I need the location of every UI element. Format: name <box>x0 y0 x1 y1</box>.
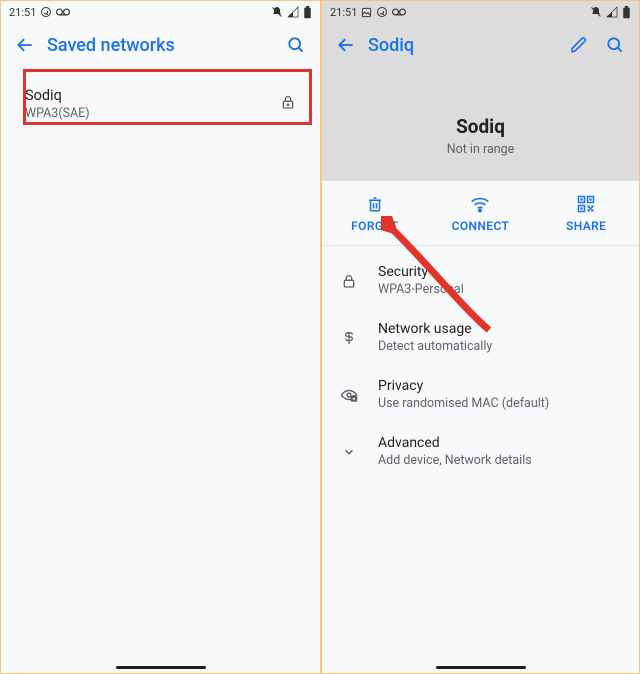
detail-label: Network usage <box>378 321 492 337</box>
notifications-off-icon <box>590 6 602 18</box>
whatsapp-icon <box>40 6 52 18</box>
detail-advanced[interactable]: Advanced Add device, Network details <box>322 423 639 480</box>
network-list: Sodiq WPA3(SAE) <box>1 67 320 133</box>
detail-label: Privacy <box>378 378 549 394</box>
voicemail-icon <box>392 7 406 17</box>
detail-network-usage[interactable]: Network usage Detect automatically <box>322 309 639 366</box>
network-name: Sodiq <box>25 87 280 104</box>
network-detail: WPA3(SAE) <box>25 106 280 121</box>
detail-label: Advanced <box>378 435 532 451</box>
chevron-down-icon <box>338 445 360 459</box>
battery-icon <box>622 6 631 19</box>
lock-icon <box>280 94 296 114</box>
eye-lock-icon <box>338 387 360 403</box>
network-item[interactable]: Sodiq WPA3(SAE) <box>9 75 312 133</box>
voicemail-icon <box>56 7 70 17</box>
back-button[interactable] <box>328 27 364 63</box>
notifications-off-icon <box>271 6 283 18</box>
page-title: Sodiq <box>364 35 561 56</box>
status-time: 21:51 <box>330 6 357 19</box>
edit-button[interactable] <box>561 27 597 63</box>
detail-privacy[interactable]: Privacy Use randomised MAC (default) <box>322 366 639 423</box>
signal-icon <box>606 6 618 18</box>
network-hero: Sodiq Not in range <box>322 67 639 181</box>
search-button[interactable] <box>278 27 314 63</box>
search-button[interactable] <box>597 27 633 63</box>
detail-value: Add device, Network details <box>378 453 532 468</box>
signal-icon <box>287 6 299 18</box>
delete-icon <box>366 195 384 213</box>
status-time: 21:51 <box>9 6 36 19</box>
detail-value: Detect automatically <box>378 339 492 354</box>
statusbar: 21:51 <box>322 1 639 23</box>
dollar-icon <box>338 330 360 346</box>
detail-label: Security <box>378 264 464 280</box>
action-row: FORGET CONNECT SHARE <box>322 181 639 246</box>
statusbar: 21:51 <box>1 1 320 23</box>
network-name: Sodiq <box>332 115 629 138</box>
qr-icon <box>577 195 595 213</box>
detail-list: Security WPA3-Personal Network usage Det… <box>322 246 639 486</box>
share-button[interactable]: SHARE <box>546 195 626 233</box>
detail-value: WPA3-Personal <box>378 282 464 297</box>
back-button[interactable] <box>7 27 43 63</box>
appbar: Sodiq <box>322 23 639 67</box>
detail-security[interactable]: Security WPA3-Personal <box>322 252 639 309</box>
detail-value: Use randomised MAC (default) <box>378 396 549 411</box>
lock-icon <box>338 273 360 289</box>
screenshot-icon <box>361 7 372 18</box>
network-status: Not in range <box>332 142 629 157</box>
forget-label: FORGET <box>351 219 398 233</box>
page-title: Saved networks <box>43 35 278 56</box>
nav-handle[interactable] <box>1 666 320 670</box>
forget-button[interactable]: FORGET <box>335 195 415 233</box>
share-label: SHARE <box>566 219 606 233</box>
battery-icon <box>303 6 312 19</box>
appbar: Saved networks <box>1 23 320 67</box>
connect-button[interactable]: CONNECT <box>440 195 520 233</box>
screen-network-detail: 21:51 Sodiq <box>320 1 639 673</box>
nav-handle[interactable] <box>322 666 639 670</box>
screen-saved-networks: 21:51 Saved networks <box>1 1 320 673</box>
wifi-icon <box>470 195 490 213</box>
connect-label: CONNECT <box>452 219 510 233</box>
whatsapp-icon <box>376 6 388 18</box>
